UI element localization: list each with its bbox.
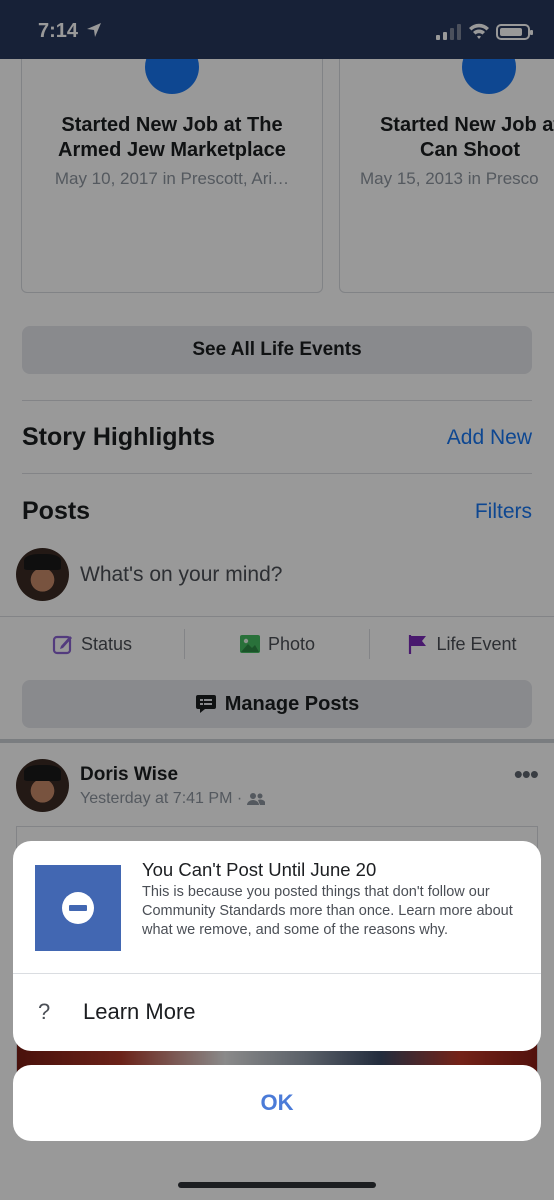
ok-button[interactable]: OK [13, 1065, 541, 1141]
question-mark-icon: ? [38, 999, 51, 1024]
dialog-body: This is because you posted things that d… [142, 884, 513, 938]
home-indicator[interactable] [178, 1182, 376, 1188]
learn-more-button[interactable]: ? Learn More [13, 974, 541, 1051]
learn-more-label: Learn More [83, 999, 196, 1024]
block-icon [35, 865, 121, 951]
restriction-dialog: You Can't Post Until June 20 This is bec… [13, 841, 541, 1051]
dialog-title: You Can't Post Until June 20 [142, 859, 377, 880]
